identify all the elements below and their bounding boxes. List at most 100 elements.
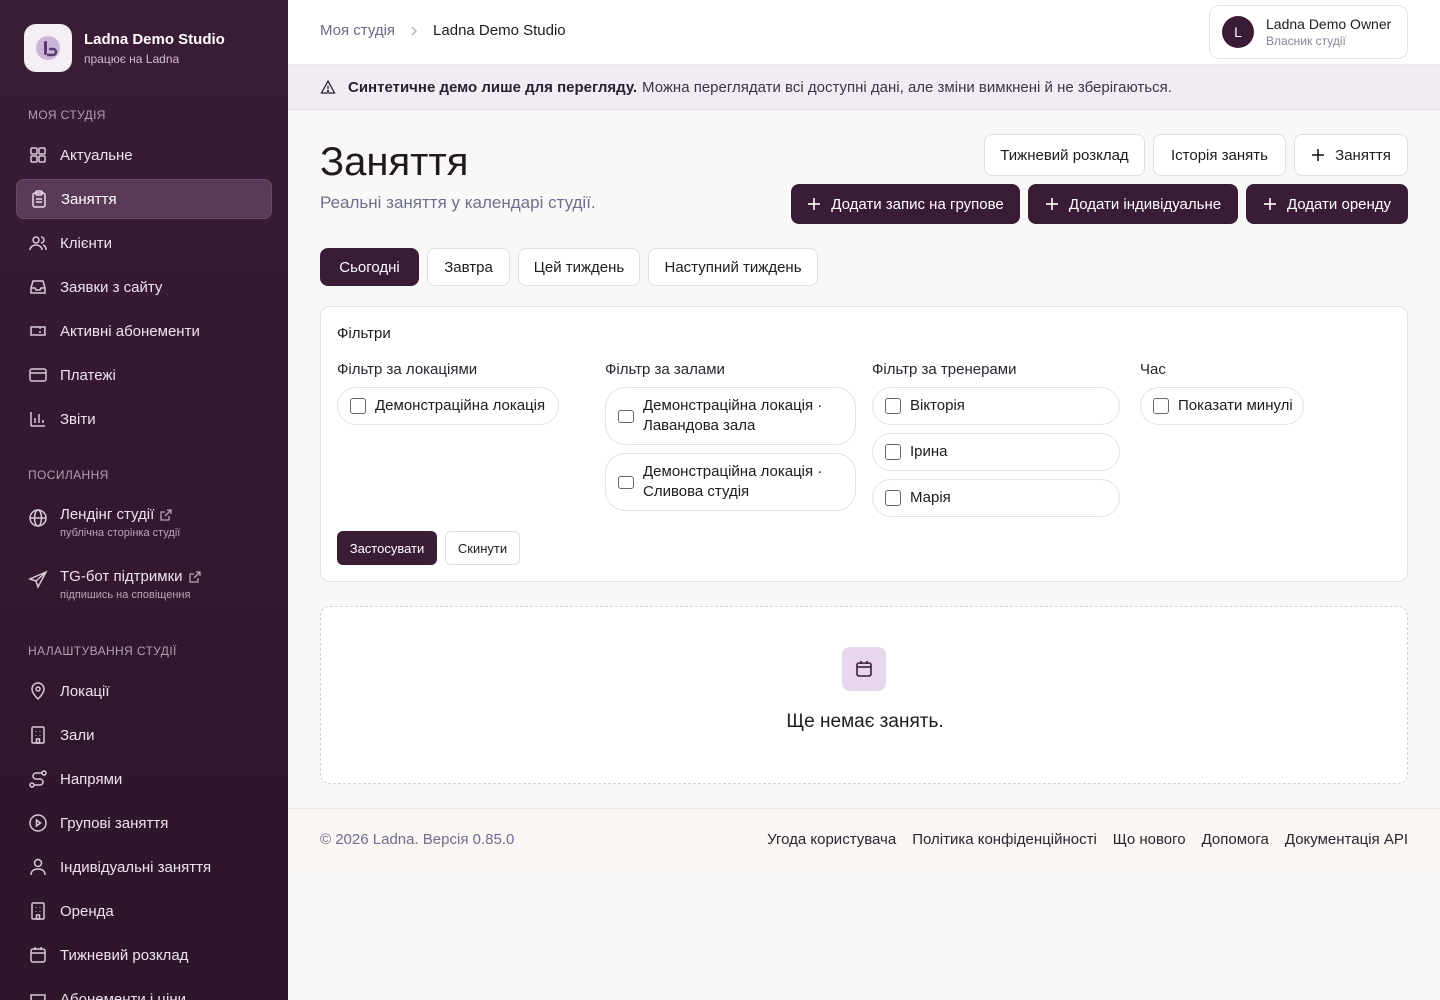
filter-hall-option[interactable]: Демонстраційна локація · Сливова студія — [605, 453, 856, 511]
credit-card-icon — [29, 368, 47, 382]
building-icon — [31, 726, 45, 744]
sidebar-item-label: Групові заняття — [60, 814, 169, 832]
checkbox[interactable] — [618, 409, 634, 423]
sidebar-link-label: Лендінг студії — [60, 506, 155, 523]
sidebar-item-directions[interactable]: Напрями — [16, 759, 272, 799]
user-role: Власник студії — [1266, 34, 1346, 48]
tab-label: Сьогодні — [339, 258, 400, 276]
checkbox[interactable] — [350, 398, 366, 414]
filter-trainer-option[interactable]: Марія — [872, 479, 1120, 517]
sidebar-item-payments[interactable]: Платежі — [16, 355, 272, 395]
checkbox[interactable] — [885, 398, 901, 414]
ticket-icon — [30, 994, 46, 1000]
add-class-button[interactable]: Заняття — [1294, 134, 1408, 176]
checkbox[interactable] — [1153, 398, 1169, 414]
sidebar-link-sub: підпишись на сповіщення — [60, 589, 191, 601]
sidebar-link-landing[interactable]: Лендінг студії публічна сторінка студії — [28, 506, 180, 539]
filter-hall-option[interactable]: Демонстраційна локація · Лавандова зала — [605, 387, 856, 445]
breadcrumb-parent[interactable]: Моя студія — [320, 22, 395, 39]
filter-option-label: Вікторія — [910, 397, 965, 414]
filter-option-label: Показати минулі — [1178, 397, 1293, 414]
tab-this-week[interactable]: Цей тиждень — [518, 248, 640, 286]
building-icon — [31, 902, 45, 920]
sidebar-item-label: Активні абонементи — [60, 322, 200, 340]
button-label: Додати оренду — [1286, 195, 1392, 213]
topbar: Моя студія Ladna Demo Studio L Ladna Dem… — [288, 0, 1440, 65]
footer: © 2026 Ladna. Версія 0.85.0 Угода корист… — [288, 808, 1440, 870]
reset-filters-button[interactable]: Скинути — [445, 531, 520, 565]
send-icon — [28, 570, 48, 589]
sidebar-item-group-classes[interactable]: Групові заняття — [16, 803, 272, 843]
footer-link-help[interactable]: Допомога — [1202, 831, 1269, 848]
external-link-icon — [188, 570, 201, 583]
filter-show-past-option[interactable]: Показати минулі — [1140, 387, 1304, 425]
add-group-booking-button[interactable]: Додати запис на групове — [791, 184, 1020, 224]
sidebar: Ladna Demo Studio працює на Ladna МОЯ СТ… — [0, 0, 288, 1000]
add-rent-button[interactable]: Додати оренду — [1246, 184, 1408, 224]
footer-link-whats-new[interactable]: Що нового — [1113, 831, 1186, 848]
calendar-icon — [30, 947, 46, 963]
sidebar-item-site-requests[interactable]: Заявки з сайту — [16, 267, 272, 307]
user-name: Ladna Demo Owner — [1266, 16, 1392, 32]
sidebar-item-individual-classes[interactable]: Індивідуальні заняття — [16, 847, 272, 887]
filter-option-label: Демонстраційна локація · — [643, 397, 823, 414]
filters-title: Фільтри — [337, 325, 391, 342]
filter-trainer-option[interactable]: Ірина — [872, 433, 1120, 471]
sidebar-item-label: Тижневий розклад — [60, 946, 189, 964]
checkbox[interactable] — [885, 444, 901, 460]
breadcrumb: Моя студія Ladna Demo Studio — [320, 22, 566, 39]
button-label: Історія занять — [1171, 146, 1268, 164]
footer-link-api-docs[interactable]: Документація API — [1285, 831, 1408, 848]
plus-icon — [1263, 198, 1276, 210]
sidebar-link-label: TG-бот підтримки — [60, 568, 183, 585]
sidebar-item-label: Актуальне — [60, 146, 133, 164]
inbox-icon — [30, 280, 46, 294]
button-label: Скинути — [457, 540, 508, 556]
filter-location-option[interactable]: Демонстраційна локація — [337, 387, 559, 425]
sidebar-item-label: Локації — [60, 682, 110, 700]
checkbox[interactable] — [885, 490, 901, 506]
avatar: L — [1222, 16, 1254, 48]
filter-trainers-label: Фільтр за тренерами — [872, 361, 1017, 378]
ladna-logo-icon — [24, 24, 72, 72]
sidebar-item-reports[interactable]: Звіти — [16, 399, 272, 439]
sidebar-item-label: Індивідуальні заняття — [60, 858, 212, 876]
add-individual-button[interactable]: Додати індивідуальне — [1028, 184, 1238, 224]
external-link-icon — [160, 508, 172, 521]
tab-tomorrow[interactable]: Завтра — [427, 248, 510, 286]
button-label: Додати індивідуальне — [1068, 195, 1222, 213]
weekly-schedule-button[interactable]: Тижневий розклад — [984, 134, 1145, 176]
map-pin-icon — [31, 682, 45, 701]
class-history-button[interactable]: Історія занять — [1153, 134, 1286, 176]
sidebar-item-label: Заявки з сайту — [60, 278, 163, 296]
sidebar-item-clients[interactable]: Клієнти — [16, 223, 272, 263]
sidebar-item-label: Напрями — [60, 770, 123, 788]
section-label-studio: МОЯ СТУДІЯ — [28, 108, 106, 122]
sidebar-item-rent[interactable]: Оренда — [16, 891, 272, 931]
footer-link-terms[interactable]: Угода користувача — [767, 831, 896, 848]
sidebar-item-actual[interactable]: Актуальне — [16, 135, 272, 175]
tab-today[interactable]: Сьогодні — [320, 248, 419, 286]
apply-filters-button[interactable]: Застосувати — [337, 531, 437, 565]
checkbox[interactable] — [618, 475, 634, 489]
filter-trainer-option[interactable]: Вікторія — [872, 387, 1120, 425]
brand[interactable]: Ladna Demo Studio працює на Ladna — [24, 24, 225, 72]
sidebar-item-active-passes[interactable]: Активні абонементи — [16, 311, 272, 351]
ticket-icon — [30, 326, 46, 336]
footer-link-privacy[interactable]: Політика конфіденційності — [912, 831, 1097, 848]
tab-next-week[interactable]: Наступний тиждень — [648, 248, 818, 286]
filter-time-label: Час — [1140, 361, 1166, 378]
sidebar-link-tg-bot[interactable]: TG-бот підтримки підпишись на сповіщення — [28, 568, 202, 601]
sidebar-item-weekly-schedule[interactable]: Тижневий розклад — [16, 935, 272, 975]
filter-option-label: Сливова студія — [643, 483, 750, 500]
chevron-right-icon — [411, 25, 418, 36]
sidebar-item-halls[interactable]: Зали — [16, 715, 272, 755]
user-menu[interactable]: L Ladna Demo Owner Власник студії — [1209, 5, 1408, 59]
clipboard-icon — [32, 190, 46, 208]
sidebar-item-classes[interactable]: Заняття — [16, 179, 272, 219]
sidebar-item-passes-prices[interactable]: Абонементи і ціни — [16, 979, 272, 1000]
sidebar-item-label: Заняття — [61, 190, 117, 208]
warning-icon — [320, 79, 336, 94]
sidebar-item-locations[interactable]: Локації — [16, 671, 272, 711]
user-icon — [30, 858, 46, 876]
